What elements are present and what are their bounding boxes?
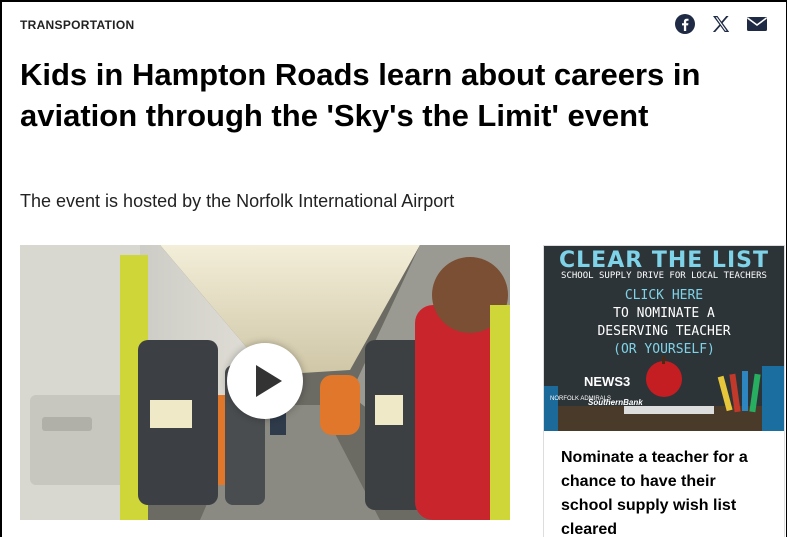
video-player[interactable] <box>20 245 510 520</box>
promo-card[interactable]: CLEAR THE LIST SCHOOL SUPPLY DRIVE FOR L… <box>543 245 785 537</box>
article-topbar: TRANSPORTATION <box>20 13 768 36</box>
facebook-icon[interactable] <box>674 13 696 35</box>
promo-line-teacher: DESERVING TEACHER <box>597 324 731 339</box>
promo-line-clear-the-list: CLEAR THE LIST <box>559 248 769 273</box>
page-frame: TRANSPORTATION Kids in Hampton Roads lea… <box>0 0 787 537</box>
promo-line-nominate: TO NOMINATE A <box>613 306 715 321</box>
promo-title[interactable]: Nominate a teacher for a chance to have … <box>561 446 771 537</box>
promo-line-drive: SCHOOL SUPPLY DRIVE FOR LOCAL TEACHERS <box>561 271 767 281</box>
x-icon[interactable] <box>710 13 732 35</box>
play-button[interactable] <box>227 343 303 419</box>
southern-bank-logo: SouthernBank <box>588 398 643 407</box>
category-label[interactable]: TRANSPORTATION <box>20 18 134 32</box>
news3-logo: NEWS3 <box>584 374 631 389</box>
email-icon[interactable] <box>746 13 768 35</box>
article-headline: Kids in Hampton Roads learn about career… <box>20 57 701 133</box>
article-subtitle: The event is hosted by the Norfolk Inter… <box>20 191 455 211</box>
play-icon <box>255 365 282 397</box>
share-bar <box>674 13 768 35</box>
promo-line-click-here: CLICK HERE <box>624 288 704 303</box>
promo-line-yourself: (OR YOURSELF) <box>613 342 715 357</box>
promo-image: CLEAR THE LIST SCHOOL SUPPLY DRIVE FOR L… <box>544 246 784 431</box>
